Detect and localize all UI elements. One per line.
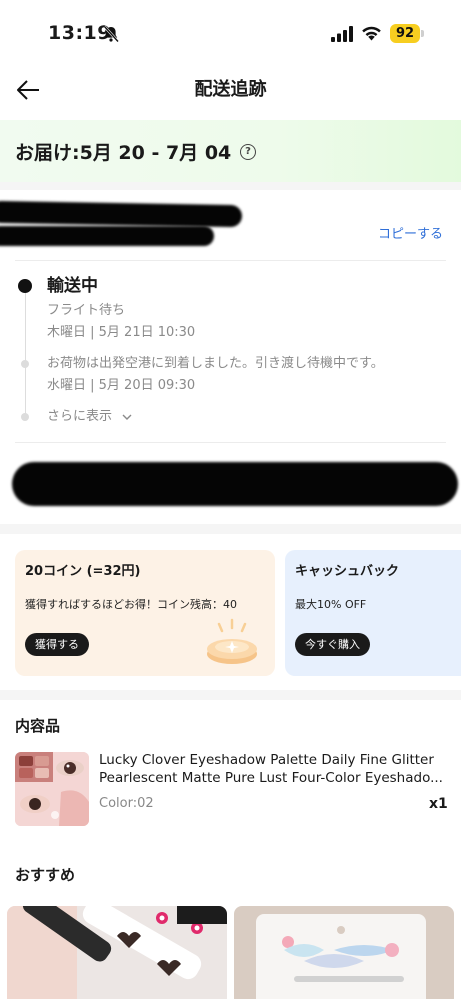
- coin-title: 20コイン (=32円): [25, 564, 141, 579]
- recommended-product[interactable]: [7, 906, 227, 999]
- previous-time: 水曜日 | 5月 20日 09:30: [47, 378, 196, 393]
- coin-icon: [207, 618, 257, 664]
- page-title: 配送追跡: [194, 79, 267, 100]
- recommendations-title: おすすめ: [15, 866, 76, 884]
- product-name-line1: Lucky Clover Eyeshadow Palette Daily Fin…: [99, 752, 434, 768]
- redacted-address: [12, 462, 458, 506]
- previous-event: お荷物は出発空港に到着しました。引き渡し待機中です。: [47, 356, 384, 371]
- coin-card[interactable]: 20コイン (=32円) 獲得すればするほどお得！コイン残高：40 獲得する: [15, 550, 275, 676]
- product-image: [15, 752, 89, 826]
- battery-tip: [421, 30, 424, 37]
- earn-button[interactable]: 獲得する: [25, 633, 89, 656]
- product-name-line2: Pearlescent Matte Pure Lust Four-Color E…: [99, 770, 443, 786]
- show-more-label: さらに表示: [47, 409, 113, 424]
- show-more-button[interactable]: さらに表示: [47, 408, 132, 426]
- current-time: 木曜日 | 5月 21日 10:30: [47, 325, 196, 340]
- cashback-title: キャッシュバック: [295, 564, 400, 579]
- back-arrow-icon[interactable]: [14, 76, 42, 104]
- battery-indicator: 92: [390, 24, 420, 43]
- product-quantity: x1: [429, 796, 448, 812]
- timeline-dot: [21, 360, 29, 368]
- recommended-product-image: [234, 906, 454, 999]
- recommended-product-image: [7, 906, 227, 999]
- timeline-dot: [21, 413, 29, 421]
- help-icon[interactable]: ?: [240, 144, 256, 160]
- product-name[interactable]: Lucky Clover Eyeshadow Palette Daily Fin…: [99, 751, 445, 787]
- contents-title: 内容品: [15, 717, 61, 735]
- coin-desc: 獲得すればするほどお得！コイン残高：40: [25, 598, 237, 611]
- current-detail: フライト待ち: [47, 303, 126, 318]
- product-thumbnail[interactable]: [15, 752, 89, 826]
- product-variant: Color:02: [99, 796, 154, 811]
- recommended-product[interactable]: [234, 906, 454, 999]
- timeline-line: [25, 292, 26, 414]
- cashback-desc: 最大10% OFF: [295, 598, 367, 611]
- status-bar: 13:19 92: [0, 0, 461, 66]
- redacted-tracking-number: [0, 200, 243, 228]
- redacted-tracking-number-2: [0, 226, 214, 246]
- wifi-icon: [362, 26, 381, 41]
- buy-now-button[interactable]: 今すぐ購入: [295, 633, 370, 656]
- copy-button[interactable]: コピーする: [378, 226, 443, 244]
- delivery-estimate: お届け:5月 20 - 7月 04: [15, 142, 232, 164]
- bell-muted-icon: [103, 25, 119, 43]
- divider: [15, 442, 446, 443]
- chevron-down-icon: [122, 414, 132, 420]
- section-divider: [0, 690, 461, 700]
- section-divider: [0, 182, 461, 190]
- cashback-card[interactable]: キャッシュバック 最大10% OFF 今すぐ購入: [285, 550, 461, 676]
- divider: [15, 260, 446, 261]
- timeline-current-dot: [18, 279, 32, 293]
- current-status: 輸送中: [47, 276, 98, 296]
- signal-icon: [331, 26, 353, 42]
- section-divider: [0, 524, 461, 534]
